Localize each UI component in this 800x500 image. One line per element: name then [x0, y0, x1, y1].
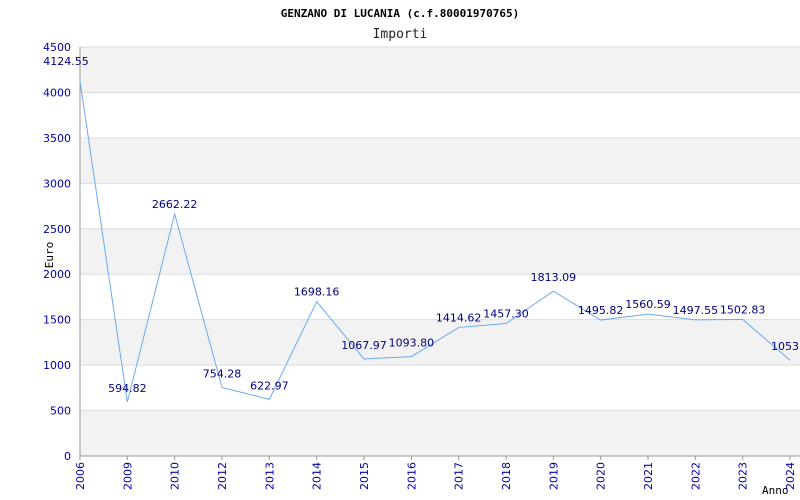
y-tick-label: 4500	[43, 41, 71, 54]
y-tick-label: 2500	[43, 223, 71, 236]
y-tick-label: 3000	[43, 177, 71, 190]
line-chart: 0 500 1000 1500 2000 2500 3000 3500 4000 4500 200…	[43, 7, 800, 497]
x-tick-label: 2009	[121, 462, 134, 490]
y-tick-label: 0	[64, 450, 71, 463]
x-tick-label: 2019	[547, 462, 560, 490]
x-tick-label: 2013	[263, 462, 276, 490]
x-tick-label: 2021	[642, 462, 655, 490]
data-label: 594.82	[108, 382, 147, 395]
grid-band	[80, 47, 800, 93]
x-tick-label: 2006	[74, 462, 87, 490]
chart-title: GENZANO DI LUCANIA (c.f.80001970765)	[281, 7, 519, 20]
data-label: 1067.97	[341, 339, 387, 352]
data-label: 4124.55	[43, 55, 89, 68]
y-tick-label: 1000	[43, 359, 71, 372]
grid-band	[80, 410, 800, 456]
x-tick-label: 2017	[453, 462, 466, 490]
x-tick-label: 2023	[737, 462, 750, 490]
y-tick-label: 1500	[43, 314, 71, 327]
grid-band	[80, 319, 800, 366]
x-tick-label: 2010	[169, 462, 182, 490]
x-tick-label: 2012	[216, 462, 229, 490]
data-label: 1560.59	[625, 298, 671, 311]
data-label: 1502.83	[720, 303, 766, 316]
y-tick-label: 2000	[43, 268, 71, 281]
x-tick-label: 2022	[689, 462, 702, 490]
data-label: 622.97	[250, 379, 289, 392]
data-label: 1414.62	[436, 311, 482, 324]
data-label: 1053.7	[771, 340, 800, 353]
x-tick-label: 2018	[500, 462, 513, 490]
x-tick-label: 2020	[595, 462, 608, 490]
x-axis-label: Anno	[762, 484, 789, 497]
x-axis-ticks: 2006 2009 2010 2012 2013 2014 2015 2016 2017 2018…	[74, 456, 797, 490]
data-label: 754.28	[203, 367, 242, 380]
y-tick-label: 4000	[43, 86, 71, 99]
data-label: 1698.16	[294, 286, 340, 299]
data-label: 1495.82	[578, 304, 624, 317]
data-label: 1813.09	[531, 271, 577, 284]
grid-bands	[80, 47, 800, 456]
x-tick-label: 2015	[358, 462, 371, 490]
data-label: 2662.22	[152, 198, 198, 211]
x-tick-label: 2014	[311, 462, 324, 490]
y-axis-label: Euro	[43, 242, 56, 269]
y-tick-label: 500	[50, 405, 71, 418]
grid-band	[80, 137, 800, 184]
data-label: 1457.30	[483, 308, 529, 321]
y-tick-label: 3500	[43, 132, 71, 145]
data-label: 1497.55	[673, 304, 719, 317]
chart-subtitle: Importi	[373, 27, 428, 42]
x-tick-label: 2016	[405, 462, 418, 490]
grid-band	[80, 228, 800, 275]
data-label: 1093.80	[389, 337, 435, 350]
